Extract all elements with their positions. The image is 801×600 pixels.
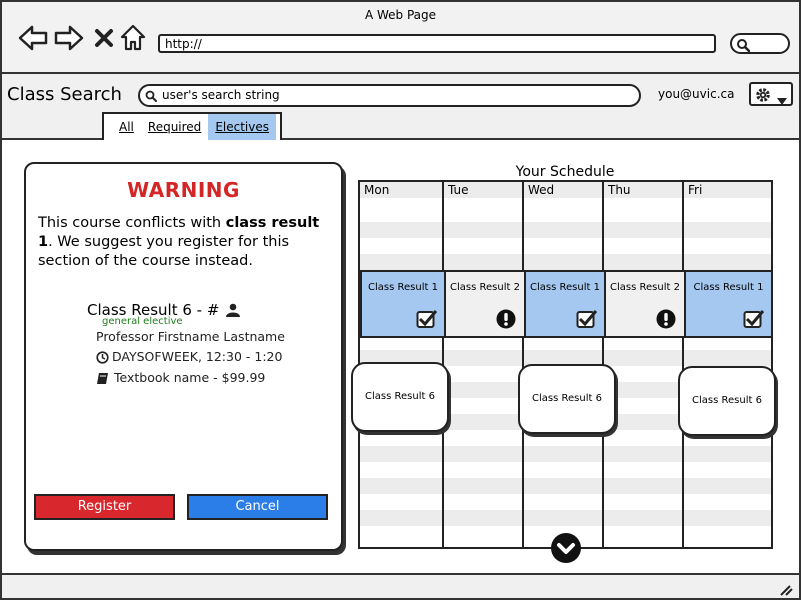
slot-label: Class Result 1 [693, 282, 764, 293]
course-textbook-text: Textbook name - $99.99 [114, 370, 266, 385]
schedule-slot-tue[interactable]: Class Result 2 [444, 270, 526, 338]
slot-label: Class Result 1 [530, 282, 600, 293]
course-time-text: DAYSOFWEEK, 12:30 - 1:20 [112, 349, 283, 364]
gear-icon [755, 87, 771, 107]
schedule-slot-fri[interactable]: Class Result 1 [684, 270, 771, 338]
slot-label: Class Result 2 [610, 282, 680, 293]
course-textbook: Textbook name - $99.99 [96, 370, 265, 385]
day-label-wed: Wed [524, 182, 602, 198]
proposed-slot-mon[interactable]: Class Result 6 [351, 362, 449, 432]
tab-all[interactable]: All [112, 114, 141, 140]
app-header: Class Search user's search string you@uv… [2, 74, 799, 140]
forward-arrow-icon[interactable] [54, 24, 84, 56]
slot-label: Class Result 2 [450, 282, 520, 293]
tab-electives[interactable]: Electives [208, 114, 276, 140]
dialog-message-text: . We suggest you register for this secti… [38, 234, 290, 269]
search-icon [145, 90, 157, 105]
cancel-button[interactable]: Cancel [187, 494, 328, 520]
back-arrow-icon[interactable] [18, 24, 48, 56]
day-label-mon: Mon [360, 182, 442, 198]
resize-grip-icon[interactable] [779, 581, 793, 600]
chevron-down-icon[interactable] [550, 532, 582, 568]
proposed-slot-fri[interactable]: Class Result 6 [678, 366, 776, 436]
close-icon[interactable] [94, 28, 114, 52]
exclamation-icon [656, 309, 676, 332]
clock-icon [96, 351, 109, 367]
checkbox-checked-icon [743, 309, 765, 332]
tab-required[interactable]: Required [141, 114, 208, 140]
checkbox-checked-icon [416, 309, 438, 332]
status-bar [2, 573, 799, 598]
schedule-slot-thu[interactable]: Class Result 2 [604, 270, 686, 338]
schedule-slot-wed[interactable]: Class Result 1 [524, 270, 606, 338]
url-input[interactable]: http:// [158, 34, 716, 53]
dialog-title: WARNING [127, 178, 240, 202]
chevron-down-icon [777, 91, 787, 110]
browser-chrome: A Web Page http:// [2, 2, 799, 74]
course-time: DAYSOFWEEK, 12:30 - 1:20 [96, 349, 282, 364]
course-professor: Professor Firstname Lastname [96, 329, 285, 344]
book-icon [96, 372, 109, 388]
page-title: Class Search [7, 84, 122, 105]
browser-search-input[interactable] [730, 33, 790, 54]
exclamation-icon [496, 309, 516, 332]
day-label-tue: Tue [444, 182, 522, 198]
dialog-message: This course conflicts with class result … [38, 214, 338, 271]
schedule-title: Your Schedule [515, 164, 615, 180]
filter-tabs: All Required Electives [102, 112, 282, 140]
proposed-slot-wed[interactable]: Class Result 6 [518, 364, 616, 434]
day-column-tue [444, 182, 524, 547]
settings-button[interactable] [749, 82, 793, 106]
user-email[interactable]: you@uvic.ca [658, 87, 734, 101]
search-input[interactable]: user's search string [138, 84, 641, 107]
schedule-slot-mon[interactable]: Class Result 1 [360, 270, 446, 338]
checkbox-checked-icon [576, 309, 598, 332]
warning-dialog: WARNING This course conflicts with class… [24, 162, 343, 551]
users-icon [224, 303, 241, 321]
home-icon[interactable] [120, 24, 146, 56]
day-column-thu [604, 182, 684, 547]
search-icon [736, 37, 751, 56]
window-title: A Web Page [364, 8, 437, 22]
day-label-thu: Thu [604, 182, 682, 198]
search-input-value: user's search string [162, 88, 280, 102]
register-button[interactable]: Register [34, 494, 175, 520]
browser-window: A Web Page http:// Class Search user's s… [0, 0, 801, 600]
dialog-message-text: This course conflicts with [38, 215, 226, 231]
slot-label: Class Result 1 [368, 282, 438, 293]
course-type: general elective [102, 316, 183, 327]
day-label-fri: Fri [684, 182, 771, 198]
